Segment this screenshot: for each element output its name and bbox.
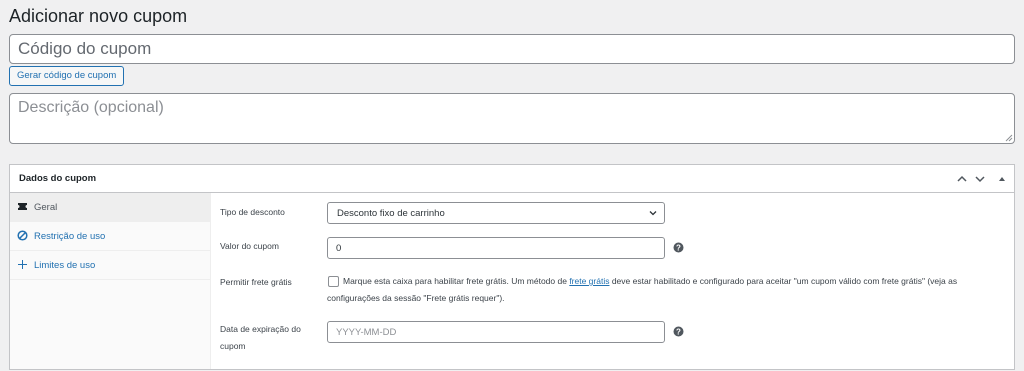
help-icon[interactable]: ? (673, 242, 684, 253)
ticket-icon (18, 203, 27, 210)
coupon-data-panel: Dados do cupom Geral Restrição de uso Li… (9, 164, 1015, 370)
coupon-tabs-sidebar: Geral Restrição de uso Limites de uso (10, 193, 211, 369)
free-shipping-link[interactable]: frete grátis (569, 276, 609, 286)
coupon-amount-label: Valor do cupom (220, 241, 279, 251)
tab-label: Restrição de uso (34, 231, 106, 242)
tab-usage-limits[interactable]: Limites de uso (10, 251, 210, 280)
coupon-code-input[interactable] (9, 34, 1015, 64)
discount-type-label: Tipo de desconto (220, 207, 285, 217)
free-shipping-label: Permitir frete grátis (220, 277, 292, 287)
block-icon (17, 230, 28, 241)
chevron-up-icon[interactable] (956, 173, 968, 185)
plus-icon (18, 260, 27, 269)
panel-header: Dados do cupom (10, 165, 1014, 193)
free-shipping-text-before: Marque esta caixa para habilitar frete g… (343, 276, 570, 286)
discount-type-select[interactable]: Desconto fixo de carrinho (327, 202, 665, 224)
svg-text:?: ? (676, 327, 681, 336)
page-title: Adicionar novo cupom (9, 6, 188, 26)
tab-label: Geral (34, 202, 58, 213)
description-textarea[interactable] (9, 93, 1015, 144)
tab-usage-restriction[interactable]: Restrição de uso (10, 222, 210, 251)
coupon-amount-input[interactable] (327, 237, 665, 259)
panel-title: Dados do cupom (19, 173, 97, 184)
tab-label: Limites de uso (34, 260, 96, 271)
discount-type-value: Desconto fixo de carrinho (337, 208, 445, 219)
chevron-down-icon (649, 211, 657, 216)
resize-grip-icon[interactable] (1004, 133, 1013, 142)
tab-geral[interactable]: Geral (10, 193, 210, 222)
expiry-date-input[interactable] (327, 321, 665, 343)
help-icon[interactable]: ? (673, 326, 684, 337)
expiry-date-label: Data de expiração do cupom (220, 324, 301, 351)
chevron-down-icon[interactable] (974, 173, 986, 185)
toggle-arrow-icon[interactable] (996, 173, 1008, 185)
free-shipping-description: Marque esta caixa para habilitar frete g… (327, 273, 1007, 307)
svg-text:?: ? (676, 243, 681, 252)
generate-coupon-code-button[interactable]: Gerar código de cupom (9, 66, 125, 86)
